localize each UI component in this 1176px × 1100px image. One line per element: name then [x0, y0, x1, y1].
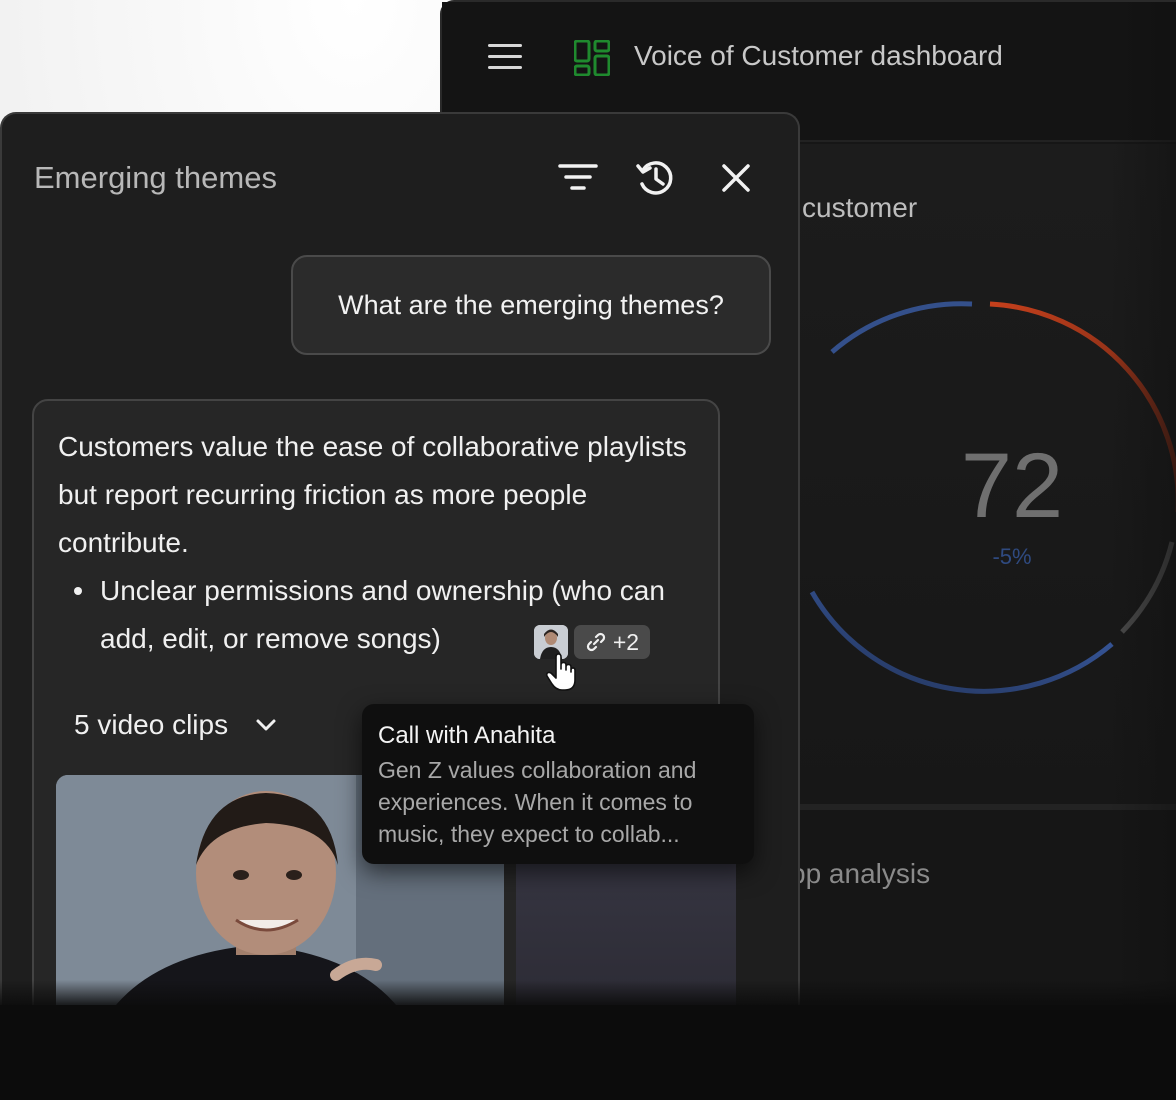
history-icon[interactable] [634, 156, 678, 200]
source-tooltip: Call with Anahita Gen Z values collabora… [362, 704, 754, 864]
score-change: -5% [992, 544, 1031, 569]
bullet-icon [74, 587, 82, 595]
sources-chip[interactable]: +2 [574, 625, 650, 659]
score-value: 72 [961, 435, 1063, 537]
hand-cursor-icon [545, 653, 576, 691]
source-count: +2 [612, 628, 640, 655]
dashboard-title: Voice of Customer dashboard [634, 40, 1003, 71]
clips-label: 5 video clips [74, 709, 229, 740]
tooltip-body: Gen Z values collaboration and experienc… [378, 757, 697, 847]
user-message-bubble: What are the emerging themes? [291, 255, 771, 355]
chevron-down-icon [256, 719, 276, 731]
menu-icon[interactable] [488, 44, 522, 70]
card-title: customer [802, 192, 918, 223]
panel-title: Emerging themes [34, 160, 277, 195]
video-clips-toggle[interactable]: 5 video clips [74, 709, 278, 741]
filter-icon[interactable] [556, 156, 600, 200]
answer-intro: Customers value the ease of collaborativ… [58, 431, 687, 558]
tooltip-title: Call with Anahita [378, 722, 556, 749]
link-icon [586, 632, 605, 652]
dashboard-logo-icon [574, 40, 610, 76]
close-icon[interactable] [714, 156, 758, 200]
emerging-themes-panel: Emerging themes What are the emerging th… [0, 112, 800, 1100]
analysis-card-title: pp analysis [790, 858, 931, 889]
